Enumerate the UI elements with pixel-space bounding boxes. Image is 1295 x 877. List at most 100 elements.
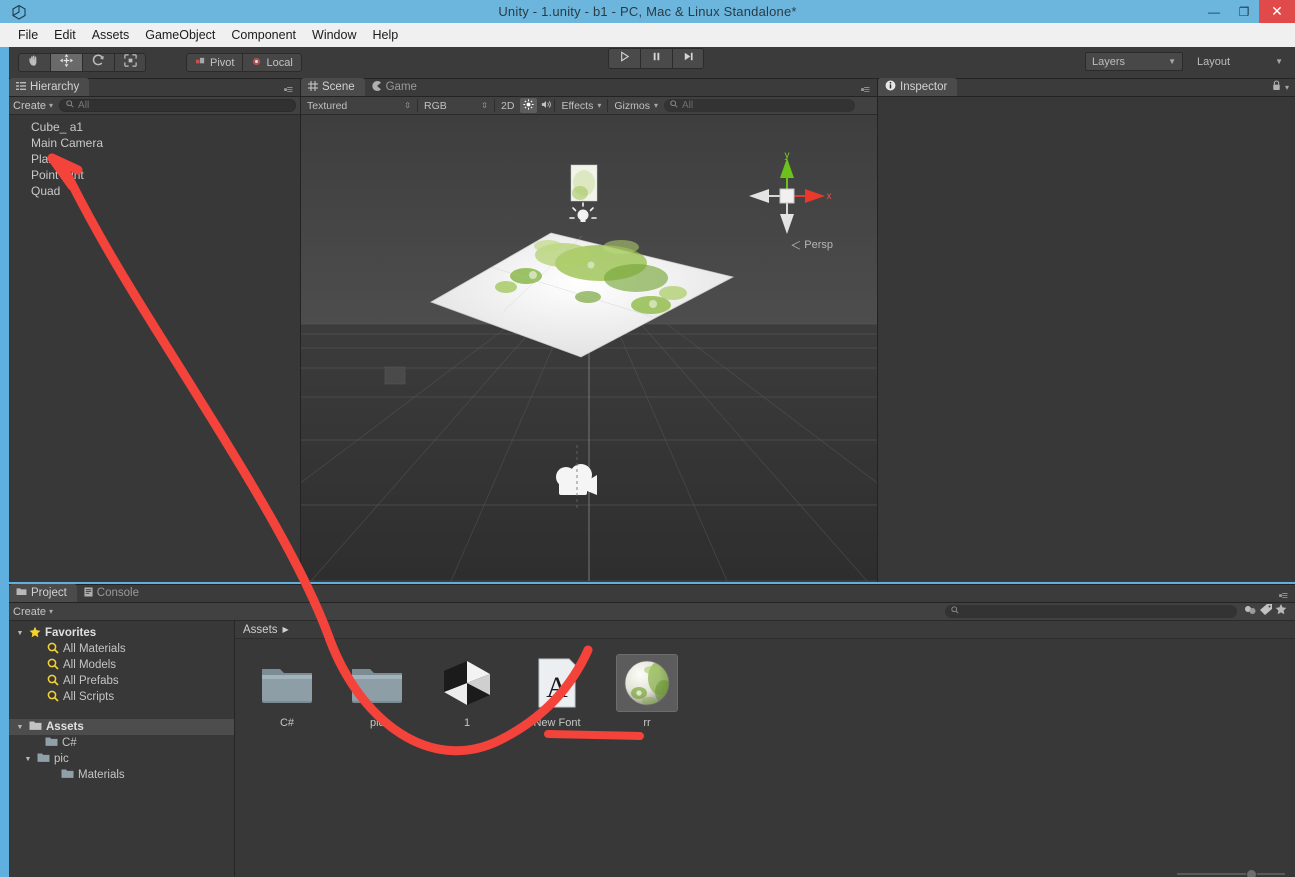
color-mode-label: RGB — [424, 99, 447, 112]
scene-viewport[interactable]: y x ＜ Persp — [301, 115, 877, 581]
unity-scene-icon — [437, 655, 497, 711]
close-button[interactable]: ✕ — [1259, 0, 1295, 23]
tab-hierarchy[interactable]: Hierarchy — [9, 78, 90, 96]
local-toggle-button[interactable]: Local — [242, 53, 302, 72]
scene-audio-toggle[interactable] — [537, 98, 554, 113]
tab-game[interactable]: Game — [365, 78, 427, 96]
tree-item-all-prefabs[interactable]: All Prefabs — [9, 673, 234, 689]
project-options-icon[interactable]: ▪≡ — [1279, 590, 1295, 602]
folder-icon — [37, 752, 50, 766]
tab-inspector[interactable]: Inspector — [878, 78, 958, 96]
hierarchy-item-point-light[interactable]: Point light — [9, 167, 300, 183]
hierarchy-item-quad[interactable]: Quad — [9, 183, 300, 199]
hierarchy-search-placeholder: All — [78, 100, 90, 111]
move-tool-button[interactable] — [50, 53, 82, 72]
tree-label-all-prefabs: All Prefabs — [63, 675, 119, 687]
transform-tools-group — [18, 53, 146, 72]
chevron-down-icon[interactable]: ▼ — [15, 630, 25, 637]
thumbnail-size-slider[interactable] — [1177, 867, 1285, 877]
tree-item-favorites[interactable]: ▼ Favorites — [9, 625, 234, 641]
pivot-rotation-group: Pivot Local — [186, 53, 302, 72]
two-d-toggle[interactable]: 2D — [495, 98, 520, 114]
menu-assets[interactable]: Assets — [84, 24, 138, 46]
menu-file[interactable]: File — [10, 24, 46, 46]
breadcrumb-assets[interactable]: Assets — [243, 624, 278, 636]
minimize-button[interactable]: — — [1199, 0, 1229, 23]
asset-grid: C# pic 1 A New Font rr — [235, 639, 1295, 877]
menu-component[interactable]: Component — [223, 24, 304, 46]
tree-item-csharp[interactable]: C# — [9, 735, 234, 751]
tree-item-all-models[interactable]: All Models — [9, 657, 234, 673]
tree-item-pic[interactable]: ▼ pic — [9, 751, 234, 767]
tab-console[interactable]: Console — [77, 584, 149, 602]
tree-item-assets[interactable]: ▼ Assets — [9, 719, 234, 735]
layout-dropdown[interactable]: Layout ▼ — [1191, 52, 1289, 71]
cube-object — [384, 366, 406, 385]
draw-mode-dropdown[interactable]: Textured ⇳ — [301, 98, 417, 114]
scene-options-icon[interactable]: ▪≡ — [861, 84, 877, 96]
tree-label-all-materials: All Materials — [63, 643, 126, 655]
menu-help[interactable]: Help — [364, 24, 406, 46]
hierarchy-create-button[interactable]: Create ▾ — [13, 100, 53, 112]
layers-dropdown[interactable]: Layers ▼ — [1085, 52, 1183, 71]
asset-item-pic[interactable]: pic — [347, 655, 407, 729]
hand-icon — [27, 53, 42, 73]
asset-label-new-font: New Font — [533, 717, 581, 729]
scene-lighting-toggle[interactable] — [520, 98, 538, 113]
pause-button[interactable] — [640, 48, 672, 69]
filter-by-label-icon[interactable] — [1259, 603, 1273, 621]
save-search-icon[interactable] — [1275, 603, 1287, 621]
asset-item-csharp[interactable]: C# — [257, 655, 317, 729]
lock-icon[interactable] — [1272, 78, 1281, 96]
tab-project-label: Project — [31, 587, 67, 599]
asset-label-scene-1: 1 — [463, 717, 471, 729]
hand-tool-button[interactable] — [18, 53, 50, 72]
hierarchy-item-plane[interactable]: Plane — [9, 151, 300, 167]
asset-item-scene-1[interactable]: 1 — [437, 655, 497, 729]
pivot-icon — [195, 56, 206, 70]
scene-perspective-label[interactable]: ＜ Persp — [790, 237, 833, 253]
menu-window[interactable]: Window — [304, 24, 364, 46]
project-search-input[interactable] — [945, 605, 1237, 618]
search-icon — [670, 100, 678, 111]
menu-edit[interactable]: Edit — [46, 24, 84, 46]
project-create-button[interactable]: Create ▾ — [13, 606, 53, 618]
gizmos-dropdown[interactable]: Gizmos ▾ — [608, 98, 664, 114]
chevron-down-icon[interactable]: ▼ — [23, 756, 33, 763]
hierarchy-list: Cube_ a1 Main Camera Plane Point light Q… — [9, 115, 300, 199]
tree-item-materials[interactable]: Materials — [9, 767, 234, 783]
hierarchy-panel: Hierarchy ▪≡ Create ▾ All Cube_ a1 Main … — [9, 78, 301, 582]
playback-controls — [608, 48, 704, 69]
slider-knob[interactable] — [1246, 868, 1257, 877]
tab-project[interactable]: Project — [9, 584, 77, 602]
project-toolbar: Create ▾ — [9, 603, 1295, 621]
inspector-options-icon[interactable]: ▾ — [1285, 83, 1289, 92]
scene-axis-gizmo[interactable]: y x — [739, 148, 835, 244]
svg-text:A: A — [546, 671, 568, 704]
project-content-area: Assets ▶ C# pic 1 A New Font rr — [235, 621, 1295, 877]
effects-dropdown[interactable]: Effects ▾ — [555, 98, 607, 114]
chevron-down-icon[interactable]: ▼ — [15, 724, 25, 731]
scale-tool-button[interactable] — [114, 53, 146, 72]
tab-scene[interactable]: Scene — [301, 78, 365, 96]
tree-item-all-scripts[interactable]: All Scripts — [9, 689, 234, 705]
color-mode-dropdown[interactable]: RGB ⇳ — [418, 98, 494, 114]
asset-item-rr[interactable]: rr — [616, 654, 678, 729]
play-button[interactable] — [608, 48, 640, 69]
asset-item-new-font[interactable]: A New Font — [527, 655, 587, 729]
hierarchy-item-cube[interactable]: Cube_ a1 — [9, 119, 300, 135]
tree-item-all-materials[interactable]: All Materials — [9, 641, 234, 657]
hierarchy-search-input[interactable]: All — [59, 99, 296, 112]
chevron-down-icon: ▾ — [49, 607, 54, 616]
hierarchy-options-icon[interactable]: ▪≡ — [284, 84, 300, 96]
step-button[interactable] — [672, 48, 704, 69]
rotate-tool-button[interactable] — [82, 53, 114, 72]
scene-search-input[interactable]: All — [663, 99, 855, 112]
filter-by-type-icon[interactable] — [1243, 603, 1257, 621]
maximize-button[interactable]: ❐ — [1229, 0, 1259, 23]
pivot-toggle-button[interactable]: Pivot — [186, 53, 243, 72]
menu-gameobject[interactable]: GameObject — [137, 24, 223, 46]
hierarchy-item-main-camera[interactable]: Main Camera — [9, 135, 300, 151]
quad-object — [570, 164, 598, 202]
left-edge-strip — [0, 47, 9, 877]
